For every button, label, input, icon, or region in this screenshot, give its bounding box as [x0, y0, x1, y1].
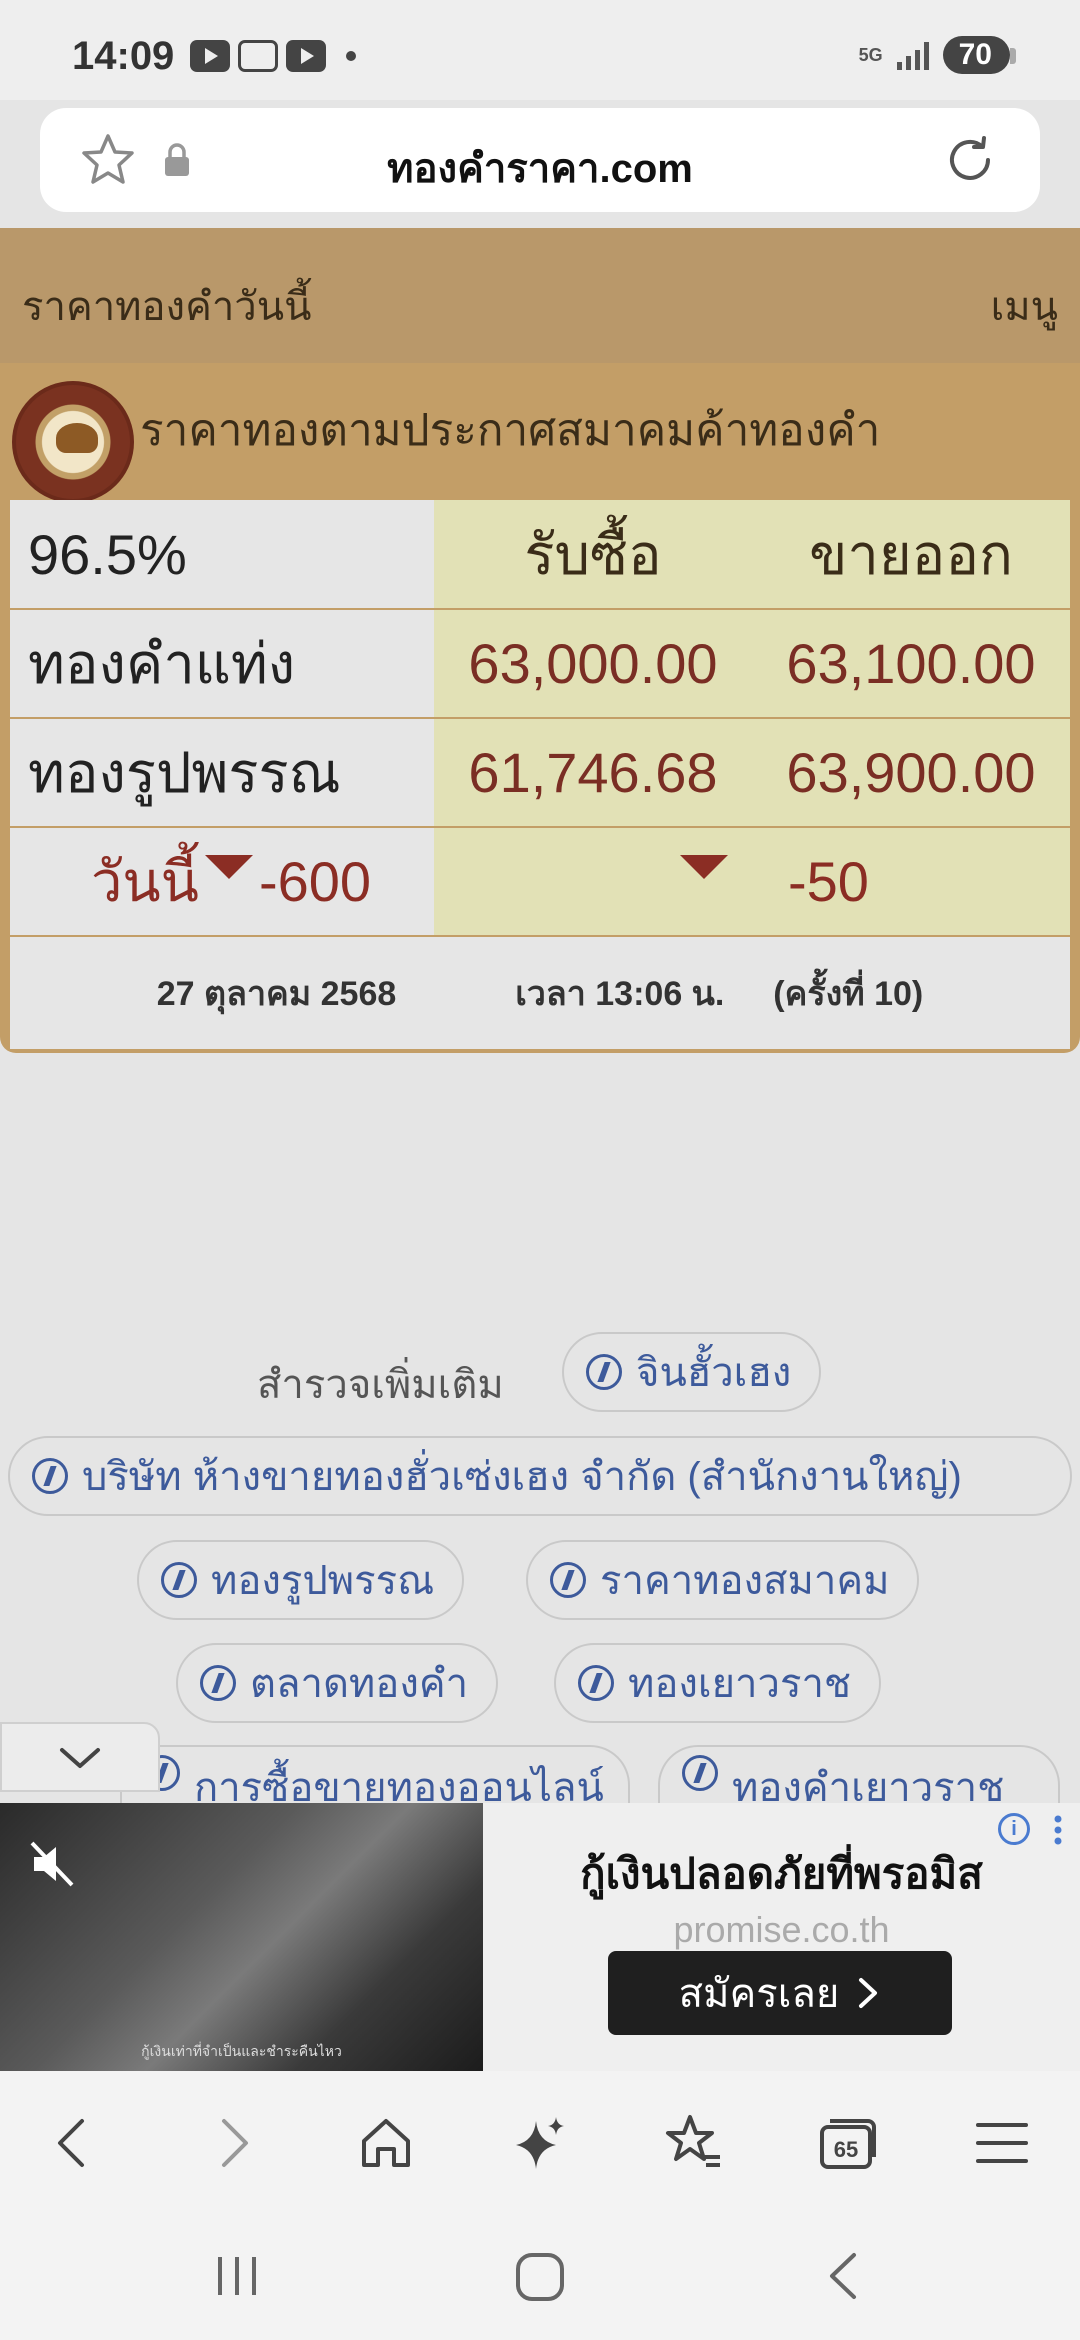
last-change-value: -50	[788, 850, 869, 913]
system-navigation-bar	[0, 2211, 1080, 2340]
tabs-button[interactable]: 65	[816, 2111, 880, 2175]
back-icon[interactable]	[42, 2111, 106, 2175]
bolt-icon	[586, 1354, 622, 1390]
table-header-row: 96.5% รับซื้อ ขายออก	[10, 500, 1070, 610]
recent-apps-icon[interactable]	[212, 2251, 262, 2301]
bolt-icon	[161, 1562, 197, 1598]
bolt-icon	[682, 1755, 718, 1791]
panel-title: ราคาทองตามประกาศสมาคมค้าทองคำ	[140, 406, 881, 455]
status-bar: 14:09 5G 70	[0, 0, 1080, 100]
explore-chip[interactable]: ทองคำเยาวราช	[658, 1745, 1060, 1803]
row-label: ทองคำแท่ง	[10, 609, 434, 719]
chevron-right-icon	[859, 1978, 878, 2008]
ai-sparkle-icon[interactable]	[508, 2111, 572, 2175]
explore-chip[interactable]: ราคาทองสมาคม	[526, 1540, 920, 1620]
explore-chip[interactable]: บริษัท ห้างขายทองฮั่วเซ่งเฮง จำกัด (สำนั…	[8, 1436, 1072, 1516]
network-type: 5G	[858, 45, 883, 65]
buy-column-header: รับซื้อ	[434, 500, 752, 610]
signal-icon	[896, 40, 929, 70]
mute-icon[interactable]	[28, 1839, 78, 1889]
announcement-time: เวลา 13:06 น.	[515, 975, 725, 1013]
address-bar[interactable]: ทองคำราคา.com	[40, 108, 1040, 212]
ad-title[interactable]: กู้เงินปลอดภัยที่พรอมิส	[483, 1841, 1080, 1907]
browser-toolbar: 65	[0, 2071, 1080, 2211]
menu-icon[interactable]	[970, 2111, 1034, 2175]
battery-indicator: 70	[942, 36, 1017, 74]
date-row: 27 ตุลาคม 2568 เวลา 13:06 น. (ครั้งที่ 1…	[10, 936, 1070, 1049]
down-triangle-icon	[204, 855, 253, 879]
buy-price: 63,000.00	[434, 609, 752, 719]
gold-price-panel: ราคาทองตามประกาศสมาคมค้าทองคำ 96.5% รับซ…	[0, 363, 1080, 1053]
ad-video-caption: กู้เงินเท่าที่จำเป็นและชำระคืนไหว	[141, 2043, 342, 2059]
home-nav-icon[interactable]	[514, 2251, 566, 2303]
sell-column-header: ขายออก	[752, 500, 1070, 610]
status-time: 14:09	[72, 34, 175, 78]
bolt-icon	[200, 1665, 236, 1701]
reload-icon[interactable]	[940, 130, 1000, 190]
explore-label: สำรวจเพิ่มเติม	[257, 1363, 504, 1407]
explore-chip[interactable]: การซื้อขายทองออนไลน์	[120, 1745, 630, 1803]
explore-chip[interactable]: จินฮั้วเฮง	[562, 1332, 822, 1412]
sell-price: 63,900.00	[752, 718, 1070, 828]
ad-domain: promise.co.th	[673, 1909, 890, 1950]
explore-chip[interactable]: ทองเยาวราช	[554, 1643, 882, 1723]
buy-price: 61,746.68	[434, 718, 752, 828]
advertisement[interactable]: กู้เงินเท่าที่จำเป็นและชำระคืนไหว i กู้เ…	[0, 1803, 1080, 2071]
purity-label: 96.5%	[10, 500, 434, 610]
row-label: ทองรูปพรรณ	[10, 718, 434, 828]
tabs-count: 65	[833, 2137, 859, 2162]
ad-video[interactable]: กู้เงินเท่าที่จำเป็นและชำระคืนไหว	[0, 1803, 483, 2071]
today-change-value: -600	[258, 850, 372, 913]
site-title[interactable]: ราคาทองคำวันนี้	[22, 274, 311, 338]
youtube-icon	[190, 40, 230, 72]
gold-traders-association-logo	[12, 381, 134, 503]
app-notification-icon	[238, 40, 278, 72]
bolt-icon	[32, 1458, 68, 1494]
last-change: -50	[434, 827, 1070, 937]
bolt-icon	[550, 1562, 586, 1598]
announcement-date: 27 ตุลาคม 2568	[156, 975, 397, 1013]
explore-chip[interactable]: ตลาดทองคำ	[176, 1643, 499, 1723]
bolt-icon	[578, 1665, 614, 1701]
menu-button[interactable]: เมนู	[991, 274, 1058, 338]
ad-signup-button[interactable]: สมัครเลย	[608, 1951, 952, 2035]
more-notifications-dot	[346, 51, 356, 61]
bookmarks-icon[interactable]	[662, 2111, 726, 2175]
system-status: 5G 70	[858, 36, 1017, 74]
table-row: ทองคำแท่ง 63,000.00 63,100.00	[10, 609, 1070, 719]
notification-icons	[190, 40, 356, 72]
down-triangle-icon	[680, 855, 728, 879]
forward-icon[interactable]	[200, 2111, 264, 2175]
site-header: ราคาทองคำวันนี้ เมนู	[0, 228, 1080, 363]
today-change: วันนี้ -600	[10, 827, 434, 937]
change-row: วันนี้ -600 -50	[10, 827, 1070, 937]
explore-chip[interactable]: ทองรูปพรรณ	[137, 1540, 465, 1620]
announcement-info: 27 ตุลาคม 2568 เวลา 13:06 น. (ครั้งที่ 1…	[10, 936, 1070, 1049]
url-text[interactable]: ทองคำราคา.com	[40, 136, 1040, 200]
home-icon[interactable]	[354, 2111, 418, 2175]
collapse-ad-button[interactable]	[0, 1722, 160, 1792]
chevron-down-icon	[60, 1748, 100, 1768]
gold-price-table: 96.5% รับซื้อ ขายออก ทองคำแท่ง 63,000.00…	[10, 500, 1070, 1049]
back-nav-icon[interactable]	[824, 2251, 864, 2301]
today-label: วันนี้	[90, 850, 199, 913]
sell-price: 63,100.00	[752, 609, 1070, 719]
table-row: ทองรูปพรรณ 61,746.68 63,900.00	[10, 718, 1070, 828]
announcement-round: (ครั้งที่ 10)	[773, 975, 924, 1013]
youtube-icon	[286, 40, 326, 72]
